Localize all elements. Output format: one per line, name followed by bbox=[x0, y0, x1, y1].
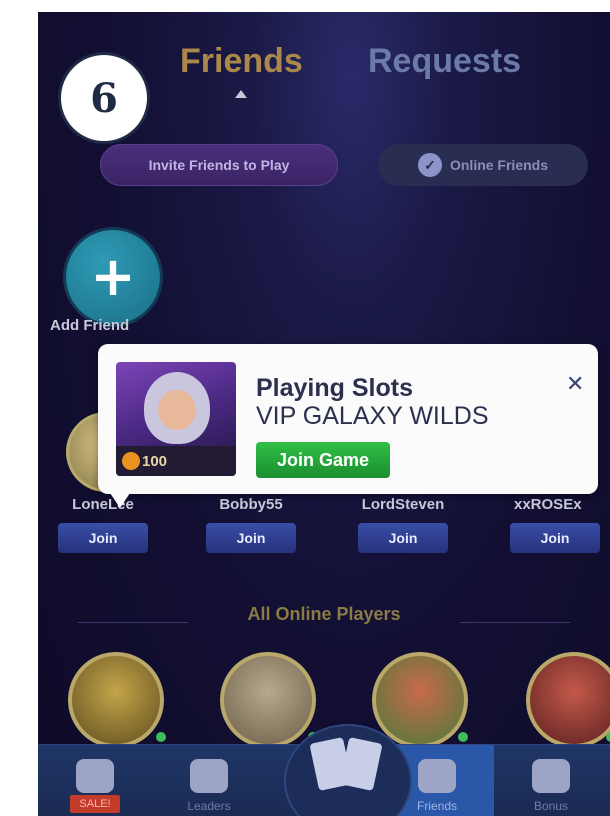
shopping-bag-icon bbox=[76, 759, 114, 793]
friend-name: LordSteven bbox=[361, 496, 445, 513]
online-status-dot bbox=[458, 732, 468, 742]
tab-friends[interactable]: Friends bbox=[180, 42, 303, 81]
game-name: VIP GALAXY WILDS bbox=[256, 402, 489, 430]
step-number-badge: 6 bbox=[58, 52, 150, 144]
join-button[interactable]: Join bbox=[510, 523, 600, 553]
invite-friends-button[interactable]: Invite Friends to Play bbox=[100, 144, 338, 186]
add-friend-button[interactable]: + bbox=[66, 230, 160, 324]
online-status-dot bbox=[156, 732, 166, 742]
friend-name: Bobby55 bbox=[219, 496, 283, 513]
sale-badge: SALE! bbox=[70, 795, 120, 813]
playing-slots-popup: 100 Playing Slots VIP GALAXY WILDS Join … bbox=[98, 344, 598, 494]
chevron-down-icon: ✓ bbox=[417, 153, 442, 177]
close-icon[interactable]: ✕ bbox=[566, 372, 584, 397]
invite-friends-label: Invite Friends to Play bbox=[148, 157, 290, 173]
online-player-avatar[interactable] bbox=[526, 652, 610, 748]
tab-requests[interactable]: Requests bbox=[368, 42, 521, 81]
online-player-avatar[interactable] bbox=[372, 652, 468, 748]
nav-label: Leaders bbox=[187, 799, 231, 813]
join-button[interactable]: Join bbox=[58, 523, 148, 553]
plus-icon: + bbox=[90, 245, 136, 308]
coin-icon bbox=[122, 452, 140, 470]
friends-icon bbox=[418, 759, 456, 793]
online-player-avatar[interactable] bbox=[220, 652, 316, 748]
lobby-cards-icon[interactable] bbox=[308, 734, 384, 792]
coin-value: 100 bbox=[142, 453, 168, 470]
join-button[interactable]: Join bbox=[206, 523, 296, 553]
online-player-avatar[interactable] bbox=[68, 652, 164, 748]
friends-screen: 6 Friends Requests Invite Friends to Pla… bbox=[38, 12, 610, 816]
join-game-button[interactable]: Join Game bbox=[256, 442, 390, 478]
game-thumbnail: 100 bbox=[116, 362, 236, 476]
join-button[interactable]: Join bbox=[358, 523, 448, 553]
trophy-icon bbox=[190, 759, 228, 793]
nav-leaders[interactable]: Leaders bbox=[152, 745, 266, 816]
popup-title: Playing Slots bbox=[256, 374, 413, 402]
popup-pointer bbox=[108, 490, 132, 508]
friend-name: xxROSEx bbox=[514, 496, 582, 513]
card-icon bbox=[339, 736, 383, 792]
nav-store[interactable]: SALE! bbox=[38, 745, 152, 816]
nav-bonus[interactable]: Bonus bbox=[494, 745, 608, 816]
online-friends-label: Online Friends bbox=[449, 157, 548, 173]
game-character-face bbox=[158, 390, 196, 430]
add-friend-label: Add Friend bbox=[50, 317, 130, 334]
online-status-dot bbox=[606, 732, 610, 742]
online-friends-toggle[interactable]: ✓ Online Friends bbox=[378, 144, 588, 186]
bonus-icon bbox=[532, 759, 570, 793]
divider bbox=[460, 622, 570, 623]
active-tab-indicator bbox=[235, 90, 247, 98]
friend-name: LoneLee bbox=[72, 496, 134, 513]
nav-label: Bonus bbox=[533, 799, 569, 813]
